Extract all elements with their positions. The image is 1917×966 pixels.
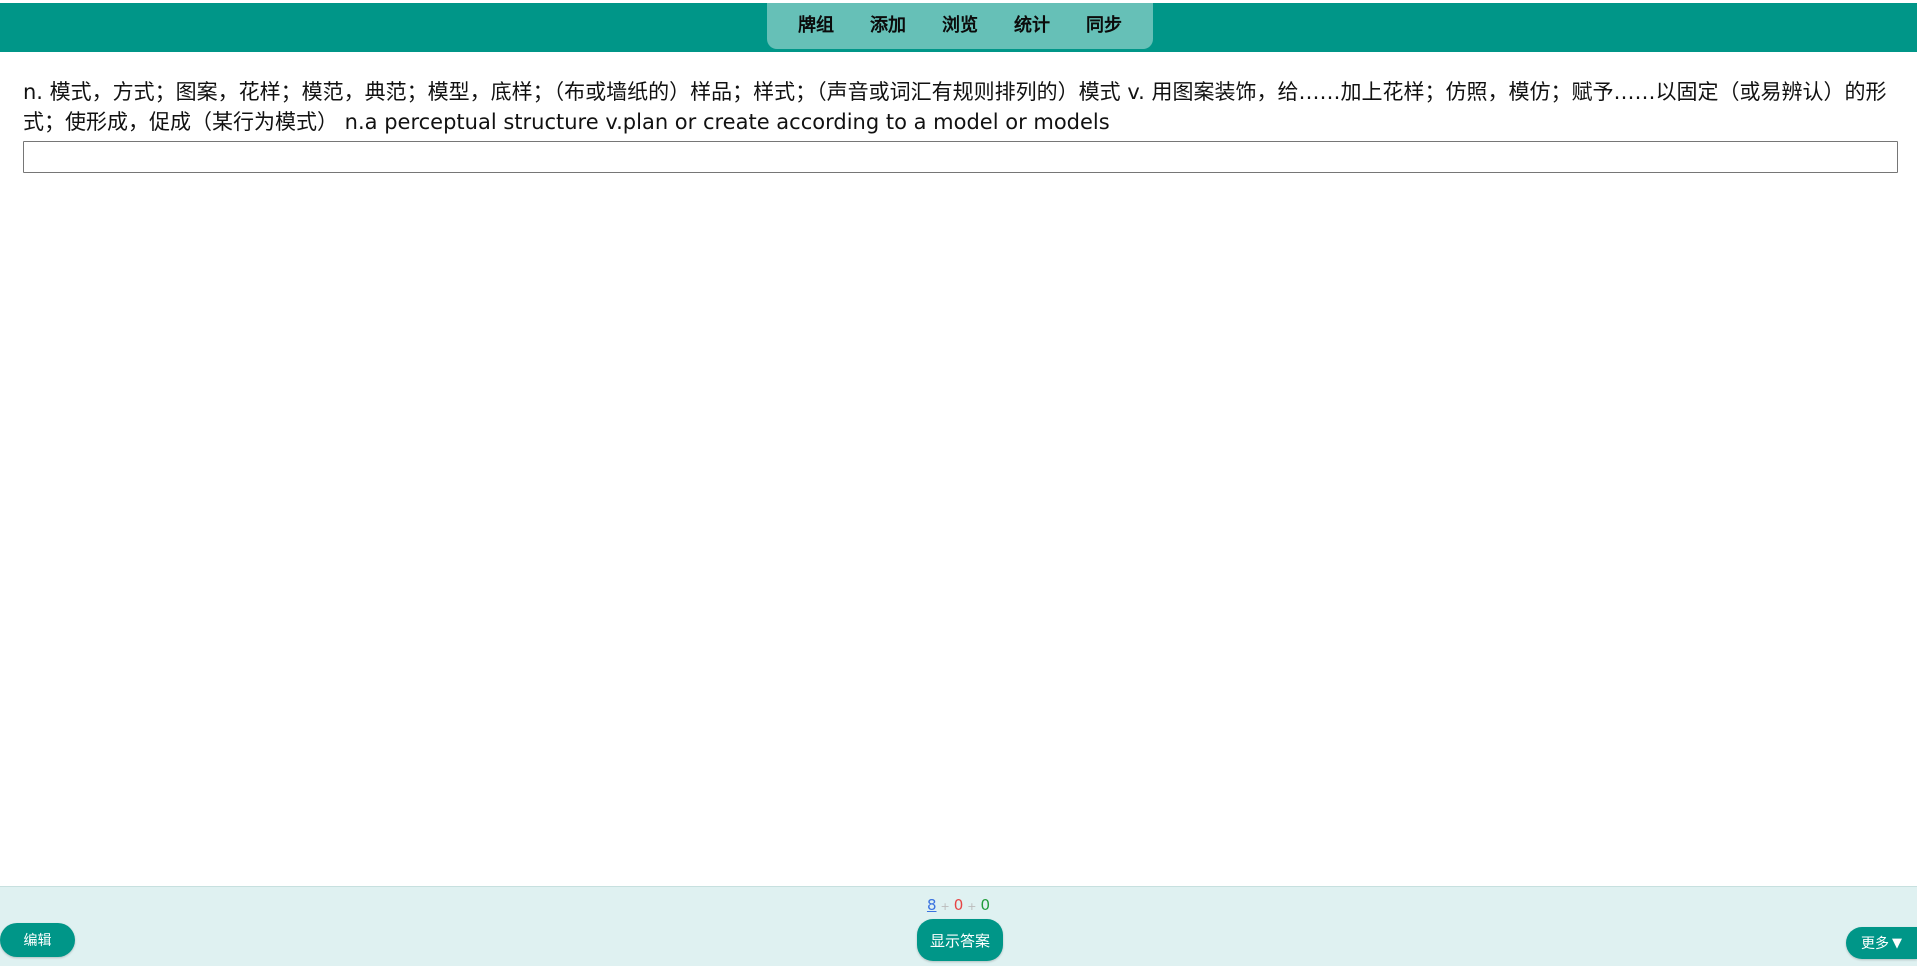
answer-input[interactable]: [23, 141, 1898, 173]
nav-browse[interactable]: 浏览: [924, 3, 996, 49]
new-count[interactable]: 8: [927, 896, 937, 914]
top-navigation-bar: 牌组 添加 浏览 统计 同步: [0, 0, 1917, 52]
count-separator: +: [940, 900, 950, 913]
count-separator: +: [967, 900, 977, 913]
nav-stats[interactable]: 统计: [996, 3, 1068, 49]
more-button[interactable]: 更多 ▼: [1846, 927, 1917, 959]
nav-add[interactable]: 添加: [852, 3, 924, 49]
nav-sync[interactable]: 同步: [1068, 3, 1140, 49]
review-count: 0: [980, 896, 991, 914]
show-answer-button[interactable]: 显示答案: [917, 919, 1003, 961]
card-definition: n. 模式，方式；图案，花样；模范，典范；模型，底样；（布或墙纸的）样品；样式；…: [23, 80, 1887, 134]
card-content: n. 模式，方式；图案，花样；模范，典范；模型，底样；（布或墙纸的）样品；样式；…: [23, 77, 1898, 173]
due-counts: 8 +0 +0: [0, 896, 1917, 916]
nav-decks[interactable]: 牌组: [780, 3, 852, 49]
triangle-down-icon: ▼: [1892, 935, 1902, 951]
edit-button[interactable]: 编辑: [0, 923, 75, 957]
main-nav: 牌组 添加 浏览 统计 同步: [767, 3, 1153, 49]
more-button-label: 更多: [1861, 936, 1889, 952]
bottom-toolbar: 8 +0 +0 编辑 显示答案 更多 ▼: [0, 886, 1917, 966]
learning-count: 0: [953, 896, 964, 914]
